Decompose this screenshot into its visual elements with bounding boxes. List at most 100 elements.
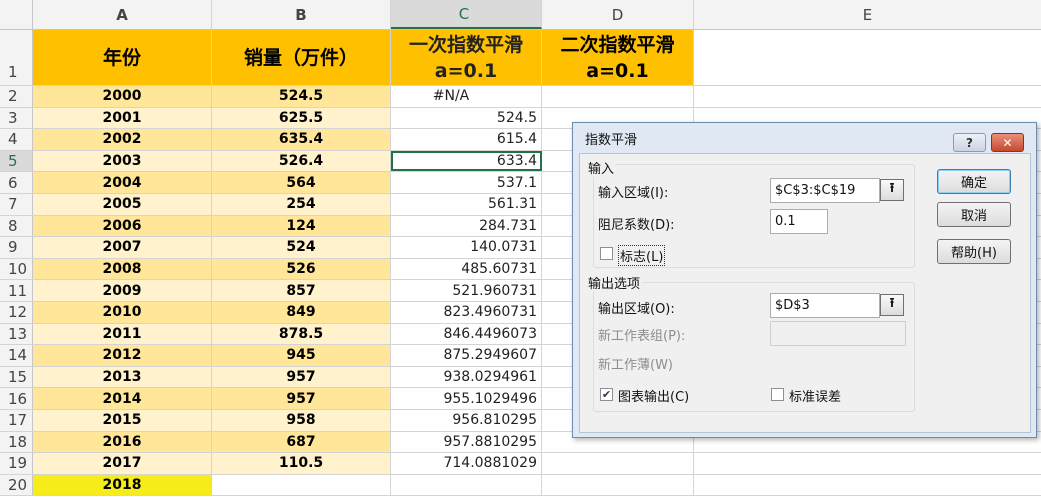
row-header[interactable]: 19 [0, 453, 33, 474]
row-header[interactable]: 9 [0, 237, 33, 258]
cell-single-smoothing[interactable]: 846.4496073 [391, 323, 542, 345]
column-header-a[interactable]: A [33, 0, 212, 29]
row-header[interactable]: 15 [0, 366, 33, 388]
cell-sales[interactable]: 524.5 [212, 86, 391, 107]
cell-single-smoothing[interactable]: 485.60731 [391, 258, 542, 280]
cell-single-smoothing[interactable]: 561.31 [391, 193, 542, 215]
cell-single-smoothing[interactable]: 524.5 [391, 107, 542, 129]
std-error-checkbox[interactable] [771, 388, 784, 401]
cancel-button[interactable]: 取消 [937, 202, 1011, 227]
cell-double-smoothing-header[interactable]: 二次指数平滑 a=0.1 [542, 30, 694, 85]
cell-year[interactable]: 2001 [33, 107, 212, 129]
row-header[interactable]: 12 [0, 301, 33, 323]
collapse-ref-icon[interactable]: ⭱ [880, 179, 904, 201]
cell-sales[interactable]: 878.5 [212, 323, 391, 345]
labels-checkbox[interactable] [600, 247, 613, 260]
cell-year-header[interactable]: 年份 [33, 30, 212, 85]
cell-year[interactable]: 2008 [33, 258, 212, 280]
cell-single-smoothing[interactable]: 284.731 [391, 215, 542, 237]
cell-sales[interactable]: 849 [212, 301, 391, 323]
cell-single-smoothing[interactable]: 633.4 [391, 150, 542, 172]
collapse-ref-icon[interactable]: ⭱ [880, 294, 904, 316]
cell-sales[interactable]: 564 [212, 172, 391, 193]
row-header[interactable]: 8 [0, 215, 33, 237]
cell-sales[interactable]: 110.5 [212, 453, 391, 474]
cell-sales[interactable]: 687 [212, 431, 391, 453]
cell-sales[interactable] [212, 474, 391, 496]
cell-year[interactable]: 2010 [33, 301, 212, 323]
cell-sales[interactable]: 526.4 [212, 150, 391, 172]
cell-year[interactable]: 2014 [33, 388, 212, 409]
std-error-label[interactable]: 标准误差 [789, 386, 841, 405]
output-range-field[interactable]: $D$3 [770, 293, 880, 318]
row-header[interactable]: 16 [0, 388, 33, 409]
cell-sales[interactable]: 958 [212, 409, 391, 431]
cell-sales[interactable]: 945 [212, 345, 391, 366]
cell-single-smoothing[interactable]: 615.4 [391, 129, 542, 150]
cell-sales[interactable]: 254 [212, 193, 391, 215]
cell-year[interactable]: 2006 [33, 215, 212, 237]
row-header[interactable]: 20 [0, 474, 33, 496]
cell-e[interactable] [694, 475, 1041, 496]
cell-year[interactable]: 2005 [33, 193, 212, 215]
row-header[interactable]: 4 [0, 129, 33, 150]
column-header-c[interactable]: C [391, 0, 542, 29]
cell-sales[interactable]: 957 [212, 366, 391, 388]
cell-year[interactable]: 2011 [33, 323, 212, 345]
row-header[interactable]: 6 [0, 172, 33, 193]
row-header[interactable]: 5 [0, 150, 33, 172]
cell-sales[interactable]: 526 [212, 258, 391, 280]
cell-year[interactable]: 2003 [33, 150, 212, 172]
damping-field[interactable]: 0.1 [770, 209, 828, 234]
row-header[interactable]: 3 [0, 107, 33, 129]
cell-year[interactable]: 2015 [33, 409, 212, 431]
cell-year[interactable]: 2012 [33, 345, 212, 366]
cell-sales-header[interactable]: 销量（万件） [212, 30, 391, 85]
cell-sales[interactable]: 857 [212, 280, 391, 301]
cell-double-smoothing[interactable] [542, 86, 694, 107]
cell-single-smoothing[interactable]: 521.960731 [391, 280, 542, 301]
cell-single-smoothing[interactable]: 823.4960731 [391, 301, 542, 323]
cell-year[interactable]: 2000 [33, 86, 212, 107]
cell-e[interactable] [694, 86, 1041, 107]
cell-single-smoothing[interactable] [391, 474, 542, 496]
cell-single-smoothing-header[interactable]: 一次指数平滑 a=0.1 [391, 30, 542, 85]
help-icon[interactable]: ? [953, 133, 986, 152]
cell-sales[interactable]: 625.5 [212, 107, 391, 129]
row-header[interactable]: 10 [0, 258, 33, 280]
column-header-e[interactable]: E [694, 0, 1041, 29]
cell-sales[interactable]: 635.4 [212, 129, 391, 150]
row-header[interactable]: 13 [0, 323, 33, 345]
row-header[interactable]: 17 [0, 409, 33, 431]
cell-single-smoothing[interactable]: 537.1 [391, 172, 542, 193]
chart-output-checkbox[interactable]: ✔ [600, 388, 613, 401]
cell-single-smoothing[interactable]: 938.0294961 [391, 366, 542, 388]
cell-single-smoothing[interactable]: 957.8810295 [391, 431, 542, 453]
row-header[interactable]: 18 [0, 431, 33, 453]
column-header-b[interactable]: B [212, 0, 391, 29]
cell-e1[interactable] [694, 30, 1041, 85]
cell-single-smoothing[interactable]: 956.810295 [391, 409, 542, 431]
close-icon[interactable]: ✕ [991, 133, 1024, 152]
row-header[interactable]: 7 [0, 193, 33, 215]
cell-single-smoothing[interactable]: #N/A [391, 86, 542, 107]
cell-single-smoothing[interactable]: 714.0881029 [391, 453, 542, 474]
ok-button[interactable]: 确定 [937, 169, 1011, 194]
row-header[interactable]: 11 [0, 280, 33, 301]
cell-year[interactable]: 2004 [33, 172, 212, 193]
input-range-field[interactable]: $C$3:$C$19 [770, 178, 880, 203]
cell-single-smoothing[interactable]: 140.0731 [391, 237, 542, 258]
cell-year[interactable]: 2013 [33, 366, 212, 388]
cell-single-smoothing[interactable]: 875.2949607 [391, 345, 542, 366]
cell-double-smoothing[interactable] [542, 453, 694, 474]
column-header-d[interactable]: D [542, 0, 694, 29]
cell-double-smoothing[interactable] [542, 474, 694, 496]
select-all-corner[interactable] [0, 0, 33, 29]
cell-year[interactable]: 2018 [33, 474, 212, 496]
cell-year[interactable]: 2016 [33, 431, 212, 453]
cell-year[interactable]: 2002 [33, 129, 212, 150]
help-button[interactable]: 帮助(H) [937, 239, 1011, 264]
cell-single-smoothing[interactable]: 955.1029496 [391, 388, 542, 409]
cell-sales[interactable]: 124 [212, 215, 391, 237]
cell-year[interactable]: 2007 [33, 237, 212, 258]
